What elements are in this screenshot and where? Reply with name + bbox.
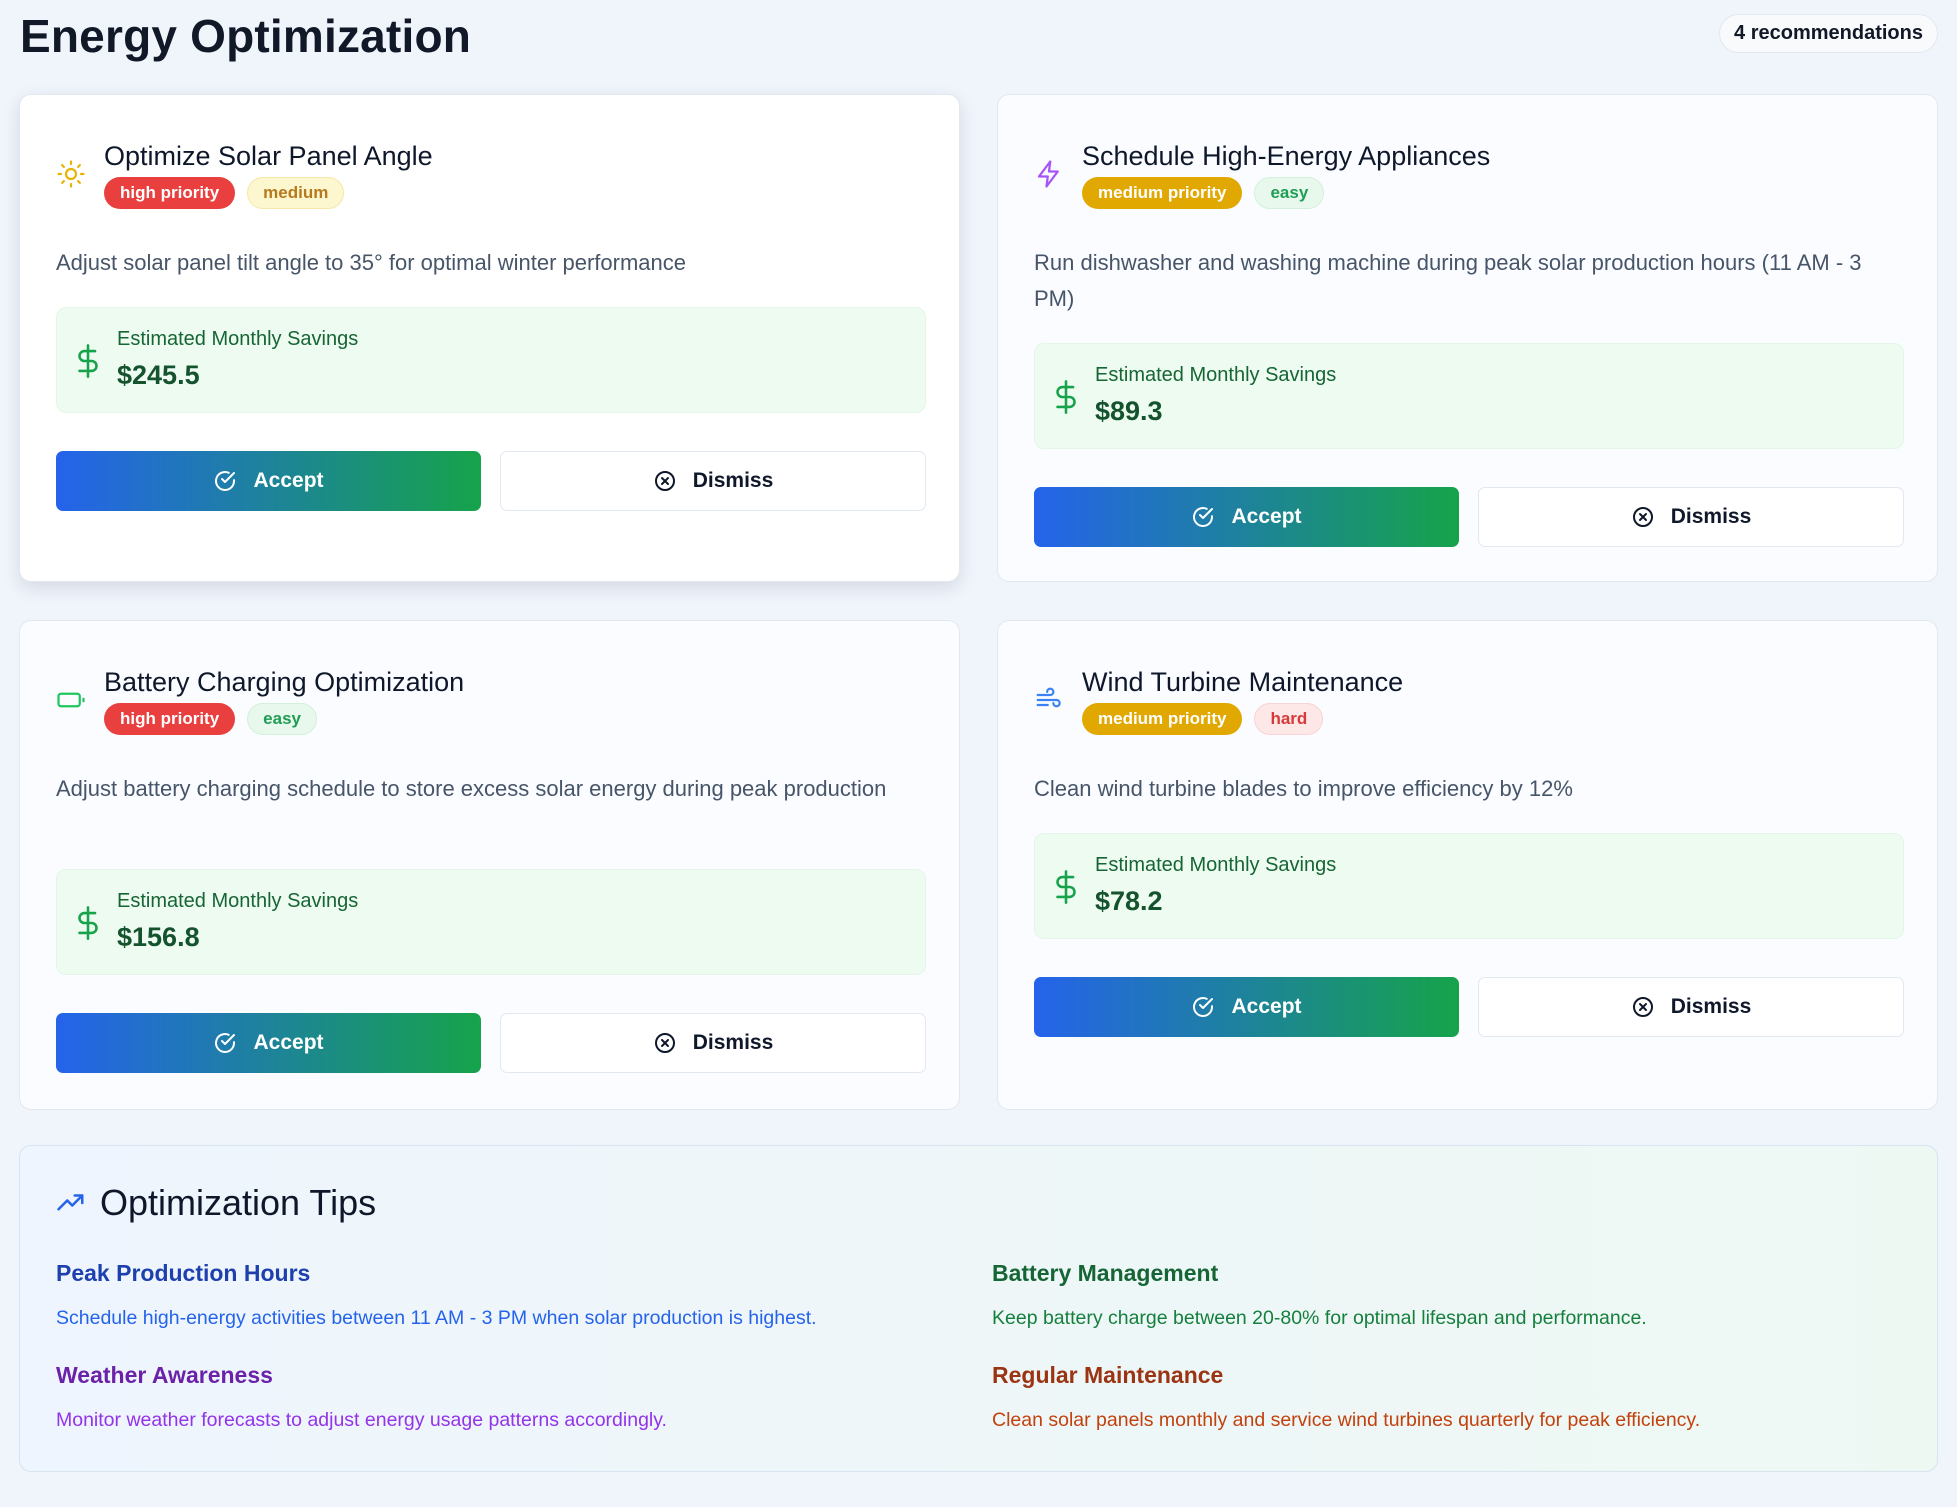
savings-label: Estimated Monthly Savings (117, 890, 359, 912)
difficulty-badge: hard (1254, 703, 1324, 735)
accept-button[interactable]: Accept (1034, 487, 1459, 547)
wind-icon (1034, 685, 1064, 715)
x-circle-icon (654, 1033, 675, 1053)
tip-peak-production-hours: Peak Production Hours Schedule high-ener… (56, 1258, 956, 1332)
dismiss-button[interactable]: Dismiss (500, 1013, 926, 1073)
energy-optimization-page: Energy Optimization 4 recommendations Op… (0, 0, 1957, 1507)
savings-value: $78.2 (1095, 886, 1163, 916)
card-description: Run dishwasher and washing machine durin… (1034, 250, 1862, 311)
dismiss-label: Dismiss (1670, 995, 1752, 1018)
difficulty-badge: medium (247, 177, 345, 209)
dismiss-label: Dismiss (692, 469, 774, 492)
dismiss-button[interactable]: Dismiss (500, 451, 926, 511)
tip-title: Battery Management (992, 1260, 1219, 1286)
card-header: Optimize Solar Panel Angle high priority… (56, 139, 433, 209)
savings-value: $156.8 (117, 922, 200, 952)
savings-label: Estimated Monthly Savings (117, 328, 359, 350)
dismiss-label: Dismiss (1670, 505, 1752, 528)
accept-button[interactable]: Accept (1034, 977, 1459, 1037)
tip-regular-maintenance: Regular Maintenance Clean solar panels m… (992, 1360, 1892, 1434)
recommendation-card-battery-charging: Battery Charging Optimization high prior… (19, 620, 960, 1110)
accept-label: Accept (253, 1031, 324, 1054)
priority-badge: medium priority (1082, 177, 1243, 209)
card-header: Schedule High-Energy Appliances medium p… (1034, 139, 1490, 209)
dismiss-label: Dismiss (692, 1031, 774, 1054)
tip-text: Monitor weather forecasts to adjust ener… (56, 1409, 667, 1431)
accept-label: Accept (1231, 505, 1302, 528)
recommendation-card-solar-angle: Optimize Solar Panel Angle high priority… (19, 94, 960, 582)
savings-panel: Estimated Monthly Savings $78.2 (1034, 833, 1904, 939)
savings-value: $89.3 (1095, 396, 1163, 426)
priority-badge: high priority (104, 703, 236, 735)
dollar-icon (77, 344, 99, 378)
dismiss-button[interactable]: Dismiss (1478, 487, 1904, 547)
card-header: Wind Turbine Maintenance medium priority… (1034, 665, 1403, 735)
recommendations-count-badge: 4 recommendations (1719, 13, 1938, 53)
check-circle-icon (215, 1033, 236, 1053)
lightning-icon (1034, 159, 1064, 189)
accept-label: Accept (1231, 995, 1302, 1018)
savings-label: Estimated Monthly Savings (1095, 854, 1337, 876)
priority-badge: high priority (104, 177, 236, 209)
tip-weather-awareness: Weather Awareness Monitor weather foreca… (56, 1360, 956, 1434)
tip-battery-management: Battery Management Keep battery charge b… (992, 1258, 1892, 1332)
card-title: Optimize Solar Panel Angle (104, 141, 433, 171)
check-circle-icon (215, 471, 236, 491)
sun-icon (56, 159, 86, 189)
card-description: Adjust solar panel tilt angle to 35° for… (56, 250, 687, 275)
page-header: Energy Optimization 4 recommendations (20, 0, 1938, 72)
recommendation-card-wind-turbine: Wind Turbine Maintenance medium priority… (997, 620, 1938, 1110)
tip-text: Clean solar panels monthly and service w… (992, 1409, 1701, 1431)
savings-label: Estimated Monthly Savings (1095, 364, 1337, 386)
tips-header: Optimization Tips (56, 1182, 376, 1224)
tip-title: Regular Maintenance (992, 1362, 1224, 1388)
card-header: Battery Charging Optimization high prior… (56, 665, 464, 735)
tip-text: Keep battery charge between 20-80% for o… (992, 1307, 1647, 1329)
card-title: Wind Turbine Maintenance (1082, 667, 1404, 697)
optimization-tips-panel: Optimization Tips Peak Production Hours … (19, 1145, 1938, 1472)
tip-title: Weather Awareness (56, 1362, 273, 1388)
dollar-icon (77, 906, 99, 940)
tip-text: Schedule high-energy activities between … (56, 1307, 817, 1329)
tips-title: Optimization Tips (100, 1182, 377, 1223)
dismiss-button[interactable]: Dismiss (1478, 977, 1904, 1037)
check-circle-icon (1193, 507, 1214, 527)
battery-icon (56, 685, 86, 715)
dollar-icon (1055, 380, 1077, 414)
savings-panel: Estimated Monthly Savings $89.3 (1034, 343, 1904, 449)
card-title: Schedule High-Energy Appliances (1082, 141, 1491, 171)
priority-badge: medium priority (1082, 703, 1243, 735)
difficulty-badge: easy (247, 703, 317, 735)
accept-label: Accept (253, 469, 324, 492)
difficulty-badge: easy (1254, 177, 1325, 209)
trending-up-icon (57, 1194, 84, 1211)
accept-button[interactable]: Accept (56, 1013, 481, 1073)
card-title: Battery Charging Optimization (104, 667, 465, 697)
check-circle-icon (1193, 997, 1214, 1017)
card-description: Clean wind turbine blades to improve eff… (1034, 776, 1573, 801)
savings-value: $245.5 (117, 360, 200, 390)
dollar-icon (1055, 870, 1077, 904)
x-circle-icon (1632, 507, 1653, 527)
tip-title: Peak Production Hours (56, 1260, 311, 1286)
savings-panel: Estimated Monthly Savings $245.5 (56, 307, 926, 413)
x-circle-icon (654, 471, 675, 491)
page-title: Energy Optimization (20, 10, 472, 62)
x-circle-icon (1632, 997, 1653, 1017)
card-description: Adjust battery charging schedule to stor… (56, 776, 887, 801)
savings-panel: Estimated Monthly Savings $156.8 (56, 869, 926, 975)
accept-button[interactable]: Accept (56, 451, 481, 511)
recommendation-card-schedule-appliances: Schedule High-Energy Appliances medium p… (997, 94, 1938, 582)
